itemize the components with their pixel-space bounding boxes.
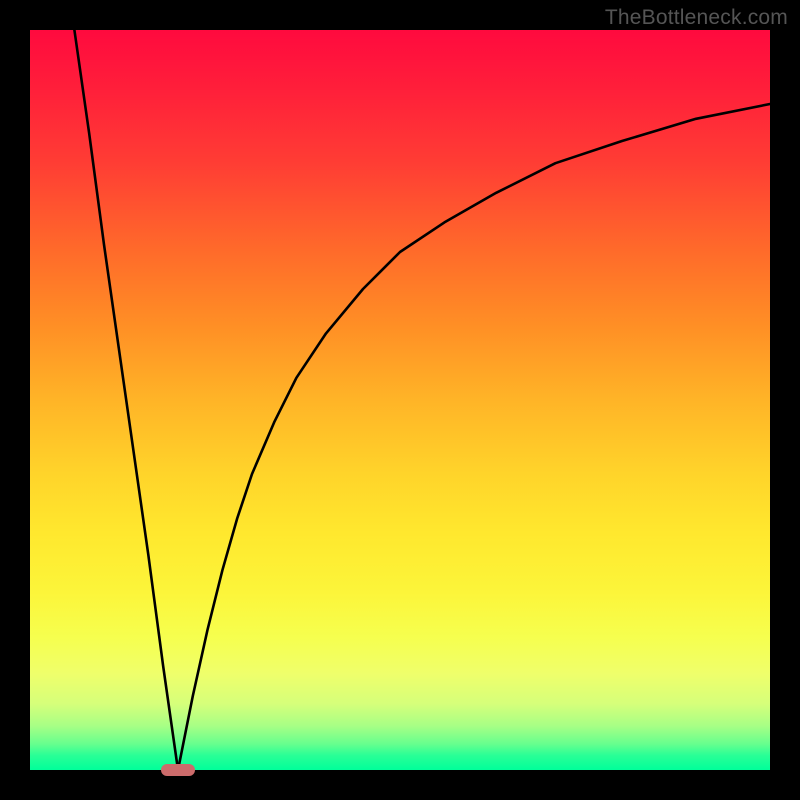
plot-area [30,30,770,770]
curve-left-branch [74,30,178,770]
minimum-marker [161,764,195,776]
chart-frame: TheBottleneck.com [0,0,800,800]
curve-right-branch [178,104,770,770]
watermark-text: TheBottleneck.com [605,6,788,30]
curve-svg [30,30,770,770]
